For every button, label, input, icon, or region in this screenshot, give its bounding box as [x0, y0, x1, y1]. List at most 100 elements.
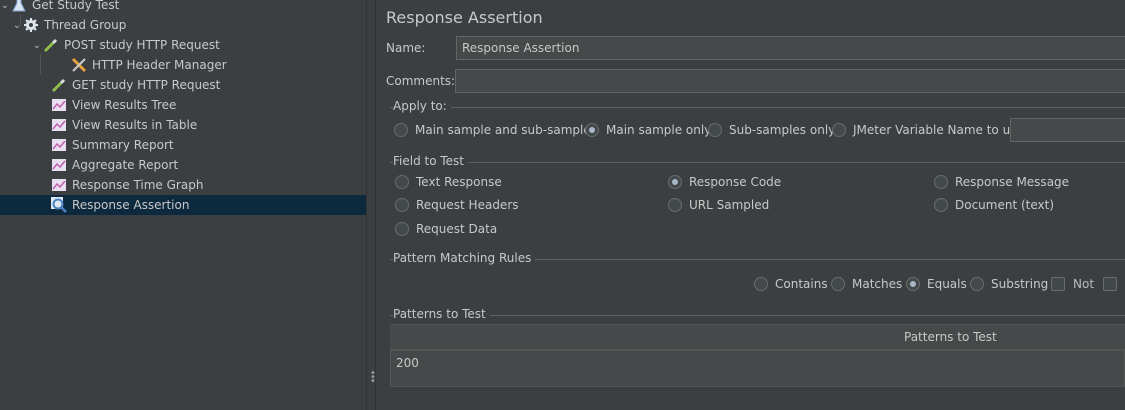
radio-text-response[interactable]: Text Response — [395, 175, 502, 189]
chevron-down-icon[interactable]: ⌄ — [0, 0, 10, 15]
comments-label: Comments: — [386, 74, 456, 88]
radio-circle[interactable] — [668, 175, 682, 189]
radio-label: Response Message — [955, 175, 1070, 189]
not-checkbox[interactable]: Not — [1051, 277, 1094, 291]
radio-label: JMeter Variable Name to use — [853, 123, 1024, 137]
patterns-table-header: Patterns to Test — [390, 324, 1125, 350]
radio-request-data[interactable]: Request Data — [395, 222, 497, 236]
radio-circle[interactable] — [394, 123, 408, 137]
radio-contains[interactable]: Contains — [754, 277, 828, 291]
radio-circle[interactable] — [668, 198, 682, 212]
tools-icon — [70, 56, 88, 74]
radio-response-code[interactable]: Response Code — [668, 175, 781, 189]
column-header: Patterns to Test — [904, 330, 997, 344]
tree-item-response-assertion[interactable]: Response Assertion — [0, 195, 366, 215]
radio-equals[interactable]: Equals — [906, 277, 967, 291]
tree-item-summary-report[interactable]: Summary Report — [0, 135, 366, 155]
jmeter-variable-input[interactable] — [1010, 118, 1125, 142]
tree-item-aggregate-report[interactable]: Aggregate Report — [0, 155, 366, 175]
radio-label: Contains — [775, 277, 828, 291]
tree-item-get-request[interactable]: GET study HTTP Request — [0, 75, 366, 95]
graph-icon — [50, 136, 68, 154]
tree-item-label: GET study HTTP Request — [72, 78, 221, 92]
radio-label: Substring — [991, 277, 1049, 291]
apply-to-title: Apply to: — [393, 99, 451, 113]
tree-item-label: Thread Group — [44, 18, 127, 32]
radio-url-sampled[interactable]: URL Sampled — [668, 198, 769, 212]
patterns-table[interactable]: 200 — [390, 350, 1125, 387]
radio-circle[interactable] — [832, 123, 846, 137]
radio-sub-only[interactable]: Sub-samples only — [708, 123, 835, 137]
name-field[interactable] — [456, 36, 1125, 60]
group-border — [390, 162, 1125, 163]
radio-main-only[interactable]: Main sample only — [585, 123, 711, 137]
chevron-down-icon[interactable]: ⌄ — [32, 35, 42, 55]
or-checkbox[interactable] — [1103, 277, 1125, 291]
tree-item-label: Summary Report — [72, 138, 174, 152]
radio-circle[interactable] — [708, 123, 722, 137]
radio-substring[interactable]: Substring — [970, 277, 1048, 291]
radio-circle[interactable] — [934, 175, 948, 189]
graph-icon — [50, 176, 68, 194]
graph-icon — [50, 116, 68, 134]
tree-item-label: View Results in Table — [72, 118, 198, 132]
radio-circle[interactable] — [831, 277, 845, 291]
gear-icon — [22, 16, 40, 34]
chevron-down-icon[interactable]: ⌄ — [12, 15, 22, 35]
radio-jmeter-variable[interactable]: JMeter Variable Name to use — [832, 123, 1024, 137]
radio-label: Equals — [927, 277, 967, 291]
radio-label: URL Sampled — [689, 198, 770, 212]
tree-item-view-results-table[interactable]: View Results in Table — [0, 115, 366, 135]
radio-label: Response Code — [689, 175, 782, 189]
tree-item-post-request[interactable]: ⌄ POST study HTTP Request — [0, 35, 366, 55]
radio-label: Sub-samples only — [729, 123, 836, 137]
radio-circle[interactable] — [395, 222, 409, 236]
tree-item-header-manager[interactable]: HTTP Header Manager — [0, 55, 366, 75]
radio-label: Matches — [852, 277, 903, 291]
radio-label: Main sample and sub-samples — [415, 123, 597, 137]
graph-icon — [50, 96, 68, 114]
table-row[interactable]: 200 — [396, 356, 419, 370]
patterns-title: Patterns to Test — [393, 307, 490, 321]
tree-item-label: Get Study Test — [32, 0, 120, 12]
panel-splitter[interactable]: • • • — [366, 0, 376, 410]
name-label: Name: — [386, 41, 426, 55]
radio-circle[interactable] — [585, 123, 599, 137]
tree-item-view-results-tree[interactable]: View Results Tree — [0, 95, 366, 115]
graph-icon — [50, 156, 68, 174]
drag-handle-icon[interactable]: • • • — [370, 369, 376, 387]
checkbox-box[interactable] — [1103, 277, 1117, 291]
radio-document-text[interactable]: Document (text) — [934, 198, 1054, 212]
radio-response-message[interactable]: Response Message — [934, 175, 1069, 189]
pipette-icon — [42, 36, 60, 54]
group-border — [390, 315, 1125, 316]
checkbox-box[interactable] — [1051, 277, 1065, 291]
group-border — [390, 107, 1125, 108]
flask-icon — [10, 0, 28, 14]
radio-label: Main sample only — [606, 123, 712, 137]
tree-item-label: View Results Tree — [72, 98, 177, 112]
radio-circle[interactable] — [970, 277, 984, 291]
comments-field[interactable] — [455, 69, 1125, 93]
radio-label: Text Response — [416, 175, 502, 189]
tree-item-get-study-test[interactable]: ⌄ Get Study Test — [0, 0, 366, 15]
tree-item-response-time-graph[interactable]: Response Time Graph — [0, 175, 366, 195]
radio-main-and-sub[interactable]: Main sample and sub-samples — [394, 123, 597, 137]
radio-request-headers[interactable]: Request Headers — [395, 198, 519, 212]
radio-matches[interactable]: Matches — [831, 277, 902, 291]
radio-circle[interactable] — [395, 175, 409, 189]
field-to-test-title: Field to Test — [393, 154, 469, 168]
tree-item-label: Response Time Graph — [72, 178, 204, 192]
radio-label: Request Headers — [416, 198, 519, 212]
page-title: Response Assertion — [386, 8, 543, 27]
tree-item-thread-group[interactable]: ⌄ Thread Group — [0, 15, 366, 35]
test-plan-tree[interactable]: ⌄ Get Study Test ⌄ Thread Group ⌄ POST s… — [0, 0, 366, 410]
radio-circle[interactable] — [754, 277, 768, 291]
pipette-icon — [50, 76, 68, 94]
radio-circle[interactable] — [395, 198, 409, 212]
radio-circle[interactable] — [906, 277, 920, 291]
radio-label: Request Data — [416, 222, 498, 236]
checkbox-label: Not — [1073, 277, 1095, 291]
radio-circle[interactable] — [934, 198, 948, 212]
radio-label: Document (text) — [955, 198, 1055, 212]
